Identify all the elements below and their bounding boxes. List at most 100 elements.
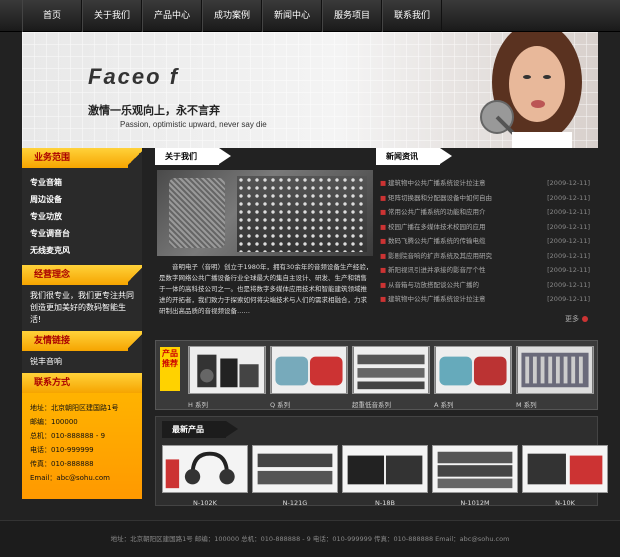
contact-fax: 传真：010-888888 (30, 460, 94, 468)
bullet-icon: ■ (380, 266, 387, 274)
product-caption: N-121G (282, 499, 308, 507)
about-section: 关于我们 音明电子（音明）创立于1980年，拥有30余年的音频设备生产经验，是数… (155, 148, 375, 338)
news-section: 新闻资讯 ■ 建筑物中公共广播系统设计拉注意 [2009-12-11] ■ 矩阵切换器… (376, 148, 598, 338)
nav-contact[interactable]: 联系我们 (382, 0, 442, 32)
banner-slogan-en: Passion, optimistic upward, never say di… (120, 120, 267, 129)
news-date: [2009-12-11] (547, 251, 590, 260)
news-item[interactable]: ■ 矩阵切换器和分配器设备中如何自由 [2009-12-11] (380, 191, 590, 206)
nav-cases[interactable]: 成功案例 (202, 0, 262, 32)
friend-link-item[interactable]: 锐丰音响 (22, 351, 142, 373)
news-heading: 新闻资讯 (376, 148, 598, 165)
recommend-card[interactable]: A 系列 (434, 346, 512, 409)
product-image[interactable] (342, 445, 428, 493)
bullet-icon: ■ (380, 237, 387, 245)
news-item[interactable]: ■ 影剧院音响的扩声系统及其应用研究 [2009-12-11] (380, 249, 590, 264)
business-item-wireless-mic[interactable]: 无线麦克风 (30, 242, 134, 259)
news-title[interactable]: 校园广播在多媒体技术校园的应用 (388, 220, 540, 235)
contact-phone: 电话：010-999999 (30, 446, 94, 454)
nav-products[interactable]: 产品中心 (142, 0, 202, 32)
product-image[interactable] (516, 346, 594, 394)
new-product-card[interactable]: N-18B (342, 445, 428, 507)
news-title[interactable]: 常用公共广播系统的功能和应用介 (388, 205, 540, 220)
business-idea-heading: 经营理念 (22, 265, 142, 285)
mixer-image (237, 176, 367, 252)
news-title[interactable]: 影剧院音响的扩声系统及其应用研究 (388, 249, 540, 264)
footer-text: 地址：北京朝阳区建国路1号 邮编：100000 总机：010-888888 - … (110, 535, 510, 543)
product-image[interactable] (270, 346, 348, 394)
new-product-card[interactable]: N-102K (162, 445, 248, 507)
news-more-link[interactable]: 更多 (565, 314, 588, 324)
news-item[interactable]: ■ 校园广播在多媒体技术校园的应用 [2009-12-11] (380, 220, 590, 235)
sidebar: 业务范围 专业音箱 周边设备 专业功放 专业调音台 无线麦克风 经营理念 我们很… (22, 148, 142, 499)
news-title[interactable]: 新阳视讯引进并承接的影音厅个性 (388, 263, 540, 278)
contact-heading: 联系方式 (22, 373, 142, 393)
business-idea-text: 我们很专业，我们更专注共同创造更加美好的数码智能生活! (30, 291, 134, 324)
more-dot-icon (582, 316, 588, 322)
product-image[interactable] (352, 346, 430, 394)
business-item-peripherals[interactable]: 周边设备 (30, 191, 134, 208)
recommend-card[interactable]: M 系列 (516, 346, 594, 409)
business-item-mixers[interactable]: 专业调音台 (30, 225, 134, 242)
product-image[interactable] (252, 445, 338, 493)
more-label[interactable]: 更多 (565, 315, 579, 323)
contact-email[interactable]: Email：abc@sohu.com (30, 471, 134, 485)
friend-links-heading: 友情链接 (22, 331, 142, 351)
product-image[interactable] (432, 445, 518, 493)
product-image[interactable] (522, 445, 608, 493)
recommend-card[interactable]: 超重低音系列 (352, 346, 430, 409)
business-item-speakers[interactable]: 专业音箱 (30, 174, 134, 191)
bullet-icon: ■ (380, 280, 387, 289)
microphone-image (169, 178, 225, 248)
news-title[interactable]: 从音箱与功放搭配谈公共广播的 (388, 278, 540, 293)
product-caption: N-102K (193, 499, 217, 507)
recommend-section: 产品推荐 H 系列 Q 系列 超重低音系列 A 系列 M 系列 (155, 340, 598, 410)
news-date: [2009-12-11] (547, 193, 590, 202)
recommend-card[interactable]: H 系列 (188, 346, 266, 409)
news-title[interactable]: 矩阵切换器和分配器设备中如何自由 (388, 191, 540, 206)
new-product-card[interactable]: N-10K (522, 445, 608, 507)
nav-services[interactable]: 服务项目 (322, 0, 382, 32)
news-date: [2009-12-11] (547, 266, 590, 274)
new-product-card[interactable]: N-1012M (432, 445, 518, 507)
bullet-icon: ■ (380, 295, 387, 303)
business-item-amplifiers[interactable]: 专业功放 (30, 208, 134, 225)
about-heading-label[interactable]: 关于我们 (155, 148, 231, 165)
nav-menu: 首页 关于我们 产品中心 成功案例 新闻中心 服务项目 联系我们 (22, 0, 442, 32)
product-image[interactable] (188, 346, 266, 394)
news-item[interactable]: ■ 建筑物中公共广播系统设计拉注意 [2009-12-11] (380, 292, 590, 307)
top-nav: 首页 关于我们 产品中心 成功案例 新闻中心 服务项目 联系我们 (0, 0, 620, 32)
news-item[interactable]: ■ 新阳视讯引进并承接的影音厅个性 [2009-12-11] (380, 263, 590, 278)
news-heading-label[interactable]: 新闻资讯 (376, 148, 452, 165)
recommend-tag: 产品推荐 (160, 347, 180, 391)
news-item[interactable]: ■ 数码飞腾公共广播系统的传输电缆 [2009-12-11] (380, 234, 590, 249)
news-item[interactable]: ■ 从音箱与功放搭配谈公共广播的 [2009-12-11] (380, 278, 590, 293)
product-image[interactable] (434, 346, 512, 394)
nav-home[interactable]: 首页 (22, 0, 82, 32)
news-title[interactable]: 建筑物中公共广播系统设计拉注意 (388, 292, 540, 307)
business-scope-list: 专业音箱 周边设备 专业功放 专业调音台 无线麦克风 (22, 168, 142, 265)
footer: 地址：北京朝阳区建国路1号 邮编：100000 总机：010-888888 - … (0, 520, 620, 557)
new-products-heading-label[interactable]: 最新产品 (162, 421, 238, 438)
banner-slogan-cn: 激情一乐观向上，永不言弃 (88, 104, 220, 117)
about-text: 音明电子（音明）创立于1980年，拥有30余年的音频设备生产经验，是数字网络公共… (159, 263, 373, 315)
news-title[interactable]: 建筑物中公共广播系统设计拉注意 (388, 176, 540, 191)
contact-info: 地址：北京朝阳区建国路1号 邮编：100000 总机：010-888888 - … (22, 393, 142, 499)
bullet-icon: ■ (380, 208, 387, 216)
news-date: [2009-12-11] (547, 237, 590, 245)
hero-banner: Faceo f 激情一乐观向上，永不言弃 Passion, optimistic… (22, 32, 598, 148)
product-image[interactable] (162, 445, 248, 493)
news-title[interactable]: 数码飞腾公共广播系统的传输电缆 (388, 234, 540, 249)
news-date: [2009-12-11] (547, 280, 590, 289)
contact-postcode: 邮编：100000 (30, 418, 78, 426)
news-date: [2009-12-11] (547, 222, 590, 231)
news-item[interactable]: ■ 常用公共广播系统的功能和应用介 [2009-12-11] (380, 205, 590, 220)
recommend-card[interactable]: Q 系列 (270, 346, 348, 409)
new-products-section: 最新产品 N-102K N-121G N-18B N-1012M N-10K (155, 416, 608, 507)
contact-switchboard: 总机：010-888888 - 9 (30, 432, 106, 440)
nav-news[interactable]: 新闻中心 (262, 0, 322, 32)
new-product-card[interactable]: N-121G (252, 445, 338, 507)
new-products-heading: 最新产品 (162, 421, 262, 438)
nav-about[interactable]: 关于我们 (82, 0, 142, 32)
news-item[interactable]: ■ 建筑物中公共广播系统设计拉注意 [2009-12-11] (380, 176, 590, 191)
bullet-icon: ■ (380, 193, 387, 202)
